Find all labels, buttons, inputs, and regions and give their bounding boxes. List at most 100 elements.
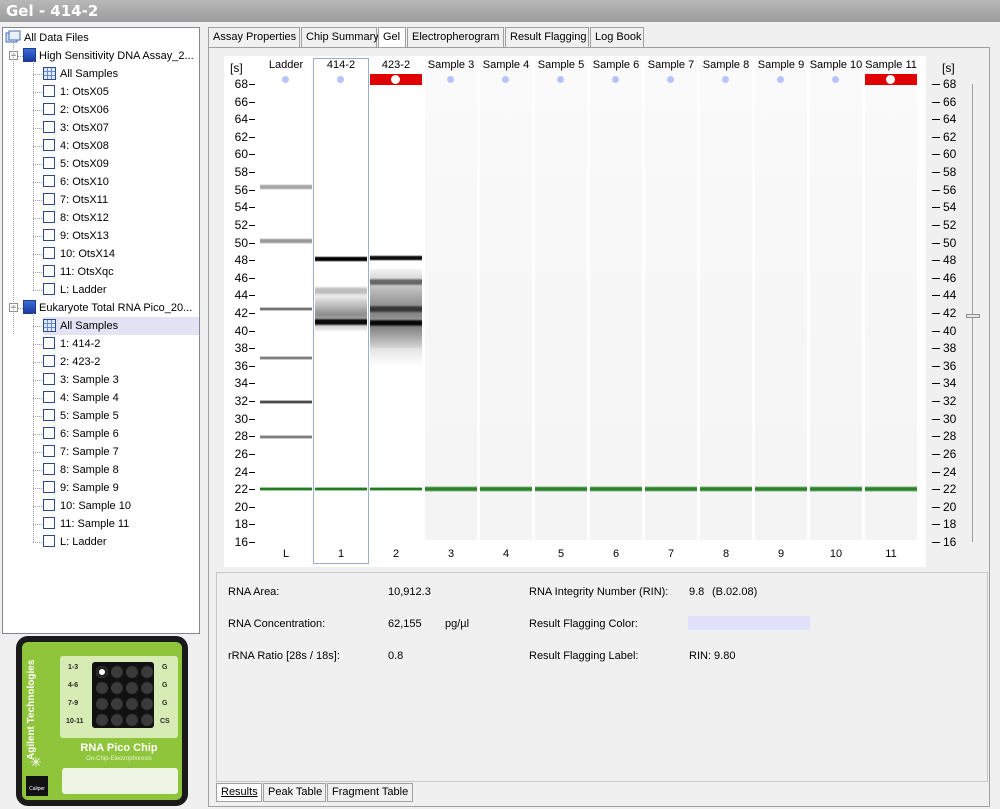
sample-icon [43,409,55,422]
chip-row-label: 7-9 [68,700,79,707]
axis-tick-label-right: 64 [943,112,957,127]
axis-tick-left [249,330,255,332]
tab-peak-table[interactable]: Peak Table [263,783,326,802]
tree-sample-item[interactable]: 5: Sample 5 [43,407,199,425]
tab-results[interactable]: Results [216,783,262,802]
gel-lane[interactable] [590,60,642,540]
lane-header[interactable]: Sample 6 [586,59,646,73]
tree-item-label: 5: Sample 5 [60,410,119,422]
sample-icon [43,193,55,206]
tab-fragment-table[interactable]: Fragment Table [327,783,413,802]
tree-sample-item[interactable]: 5: OtsX09 [43,155,199,173]
gel-lane[interactable] [260,60,312,540]
lane-header[interactable]: Sample 11 [861,59,921,73]
tree-sample-item[interactable]: 9: Sample 9 [43,479,199,497]
gel-lane[interactable] [755,60,807,540]
axis-tick-right [932,295,940,297]
tree-sample-item[interactable]: 2: 423-2 [43,353,199,371]
tree-all-samples[interactable]: All Samples [43,65,199,83]
tab-electropherogram[interactable]: Electropherogram [407,27,504,47]
lane-header[interactable]: Sample 5 [531,59,591,73]
lane-header[interactable]: Sample 7 [641,59,701,73]
gel-slider-track[interactable] [972,84,973,542]
chip-well [96,666,108,678]
tree-sample-item[interactable]: 1: OtsX05 [43,83,199,101]
lane-number: 7 [667,548,675,560]
sample-icon [43,229,55,242]
lane-header[interactable]: Sample 9 [751,59,811,73]
axis-tick-left [249,224,255,226]
gel-band [260,184,312,191]
tab-result-flagging[interactable]: Result Flagging [505,27,589,47]
tree-sample-item[interactable]: 11: OtsXqc [43,263,199,281]
axis-tick-label-right: 40 [943,323,957,338]
axis-tick-right [932,330,940,332]
tree-sample-item[interactable]: 4: Sample 4 [43,389,199,407]
axis-tick-label-right: 58 [943,165,957,180]
tab-chip-summary[interactable]: Chip Summary [301,27,379,47]
axis-tick-label-right: 30 [943,411,957,426]
lane-header[interactable]: Sample 4 [476,59,536,73]
tree-sample-item[interactable]: 11: Sample 11 [43,515,199,533]
tree-sample-item[interactable]: L: Ladder [43,533,199,551]
tree-sample-item[interactable]: 6: Sample 6 [43,425,199,443]
tree-assay[interactable]: Eukaryote Total RNA Pico_20... [23,299,192,317]
tree-sample-item[interactable]: 8: Sample 8 [43,461,199,479]
axis-tick-label-left: 20 [234,499,248,514]
tab-log-book[interactable]: Log Book [590,27,644,47]
tree-all-samples[interactable]: All Samples [43,317,199,335]
gel-lane[interactable] [810,60,862,540]
tree-sample-item[interactable]: 9: OtsX13 [43,227,199,245]
gel-lane[interactable] [865,60,917,540]
tree-assay[interactable]: High Sensitivity DNA Assay_2... [23,47,194,65]
tree-sample-item[interactable]: 10: Sample 10 [43,497,199,515]
axis-tick-right [932,260,940,262]
gel-lane[interactable] [645,60,697,540]
gel-lane[interactable] [480,60,532,540]
gel-lane[interactable] [425,60,477,540]
axis-tick-label-right: 34 [943,376,957,391]
lane-header[interactable]: Ladder [256,59,316,73]
lane-marker-icon [887,76,894,83]
axis-tick-left [249,242,255,244]
axis-tick-label-left: 48 [234,253,248,268]
flag-color-label: Result Flagging Color: [529,618,638,630]
tree-sample-item[interactable]: 2: OtsX06 [43,101,199,119]
tree-sample-item[interactable]: 10: OtsX14 [43,245,199,263]
chip-row-label: 1-3 [68,664,79,671]
gel-band [700,486,752,493]
rna-area-label: RNA Area: [228,586,280,598]
chip-col-label: G [162,664,168,671]
lane-header[interactable]: Sample 10 [806,59,866,73]
tree-sample-item[interactable]: 8: OtsX12 [43,209,199,227]
tree-sample-item[interactable]: 4: OtsX08 [43,137,199,155]
tab-assay-properties[interactable]: Assay Properties [208,27,300,47]
tree-item-label: All Samples [60,320,119,332]
data-file-tree[interactable]: All Data Files − High Sensitivity DNA Assa… [2,27,200,634]
lane-header[interactable]: Sample 3 [421,59,481,73]
gel-lane[interactable] [700,60,752,540]
rin-version: (B.02.08) [712,586,758,598]
axis-unit-right: [s] [942,61,955,75]
tree-sample-item[interactable]: 3: OtsX07 [43,119,199,137]
axis-tick-right [932,524,940,526]
axis-tick-right [932,506,940,508]
tree-sample-item[interactable]: 7: Sample 7 [43,443,199,461]
tree-root[interactable]: All Data Files [5,29,89,47]
gel-band [480,486,532,493]
lane-header[interactable]: Sample 8 [696,59,756,73]
chip-row-label: 10-11 [66,718,84,725]
tree-sample-item[interactable]: 7: OtsX11 [43,191,199,209]
axis-tick-right [932,224,940,226]
sample-icon [43,517,55,530]
tree-sample-item[interactable]: 3: Sample 3 [43,371,199,389]
tree-sample-item[interactable]: L: Ladder [43,281,199,299]
tab-gel[interactable]: Gel [378,27,406,48]
tree-sample-item[interactable]: 1: 414-2 [43,335,199,353]
gel-slider-thumb[interactable] [966,314,980,318]
tree-item-label: 7: Sample 7 [60,446,119,458]
tree-sample-item[interactable]: 6: OtsX10 [43,173,199,191]
axis-tick-right [932,471,940,473]
lane-header[interactable]: 423-2 [366,59,426,73]
gel-lane[interactable] [535,60,587,540]
